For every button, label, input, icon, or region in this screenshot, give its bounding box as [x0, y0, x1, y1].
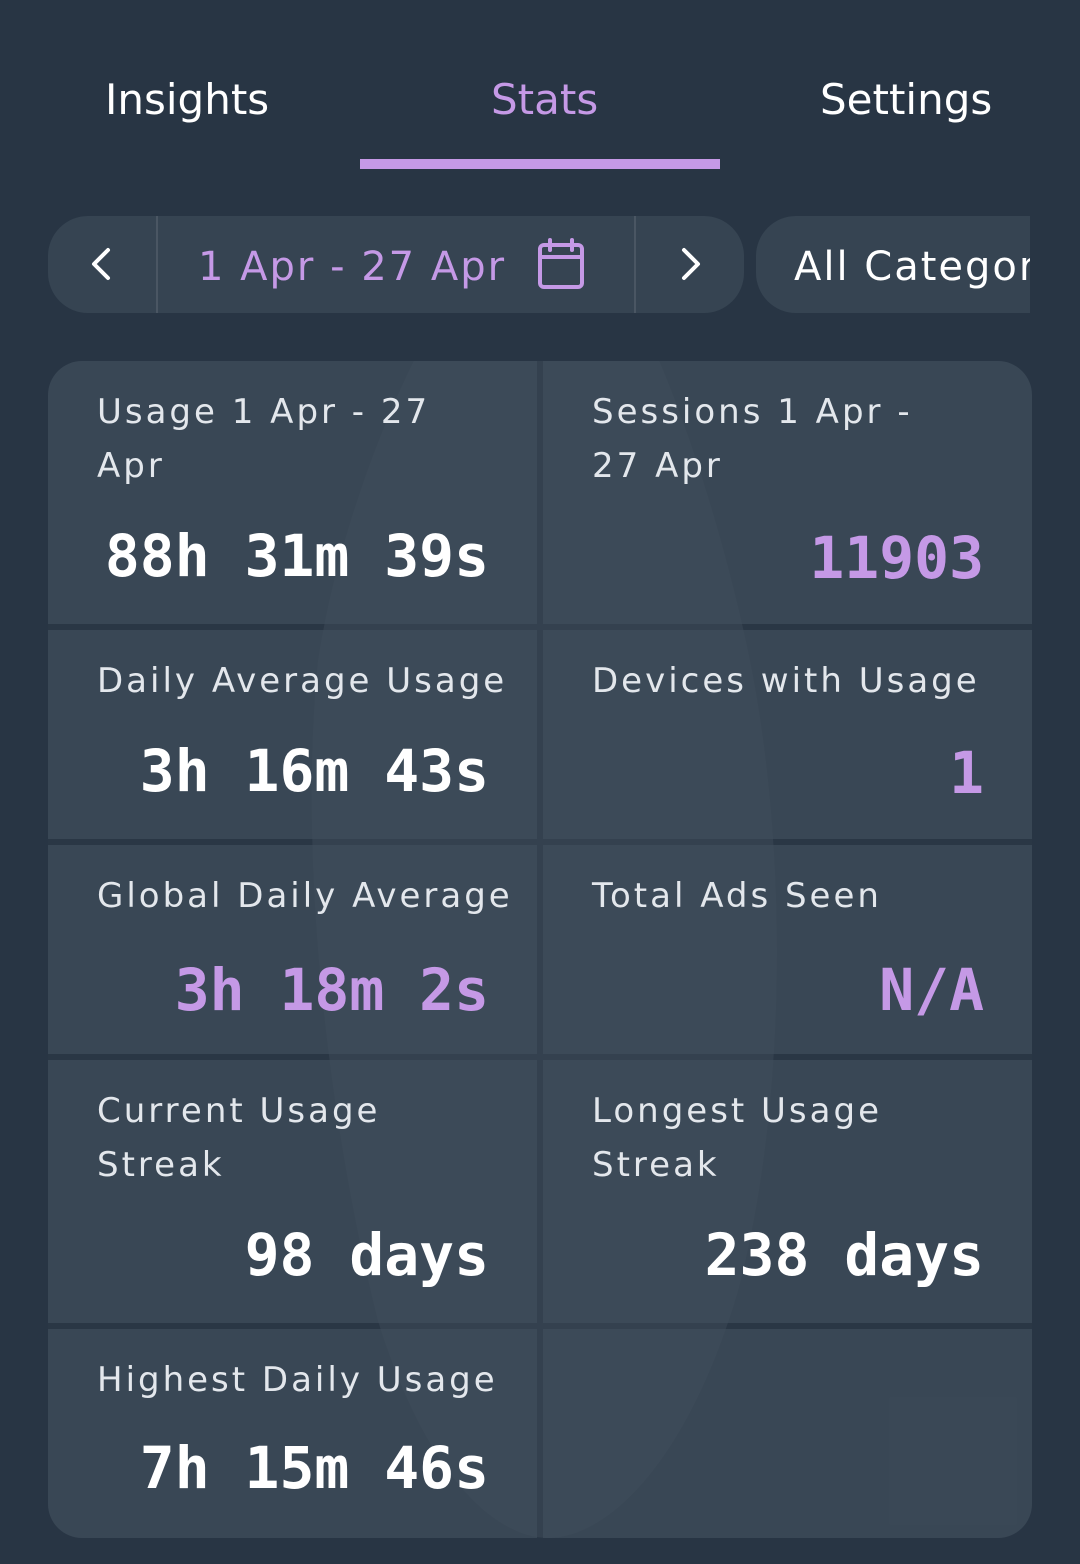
stat-value: 98 days [244, 1221, 489, 1289]
stat-label: Daily Average Usage [97, 661, 508, 701]
stat-card-empty [543, 1329, 1032, 1538]
stat-label: Devices with Usage [592, 661, 980, 701]
tab-settings[interactable]: Settings [720, 0, 1080, 170]
calendar-icon[interactable] [537, 238, 585, 290]
stat-value: N/A [879, 956, 984, 1024]
category-filter-button[interactable]: All Categor [756, 216, 1030, 313]
stat-card-devices: Devices with Usage 1 [543, 630, 1032, 839]
stat-value: 3h 18m 2s [174, 956, 489, 1024]
stat-label: Global Daily Average [97, 876, 513, 916]
next-range-button[interactable] [636, 216, 744, 313]
active-tab-indicator [360, 159, 720, 169]
tab-stats[interactable]: Stats [360, 0, 720, 170]
stat-card-global-daily-average: Global Daily Average 3h 18m 2s [48, 845, 537, 1054]
date-range-selector: 1 Apr - 27 Apr [48, 216, 744, 313]
stat-card-daily-average: Daily Average Usage 3h 16m 43s [48, 630, 537, 839]
tab-stats-label: Stats [491, 75, 599, 124]
stat-label: Current Usage Streak [97, 1091, 381, 1185]
stat-value: 3h 16m 43s [139, 737, 489, 805]
stat-value: 11903 [809, 524, 984, 592]
tab-insights[interactable]: Insights [0, 0, 360, 170]
stat-value: 88h 31m 39s [104, 522, 489, 590]
stat-card-total-ads: Total Ads Seen N/A [543, 845, 1032, 1054]
stat-value: 238 days [704, 1221, 984, 1289]
stat-card-highest-daily: Highest Daily Usage 7h 15m 46s [48, 1329, 537, 1538]
stat-label: Sessions 1 Apr - 27 Apr [592, 392, 913, 486]
previous-range-button[interactable] [48, 216, 156, 313]
stat-label: Total Ads Seen [592, 876, 882, 916]
stat-card-current-streak: Current Usage Streak 98 days [48, 1060, 537, 1323]
stat-value: 1 [949, 739, 984, 807]
stat-card-usage: Usage 1 Apr - 27 Apr 88h 31m 39s [48, 361, 537, 624]
tab-bar: Insights Stats Settings [0, 0, 1080, 170]
stat-label: Highest Daily Usage [97, 1360, 498, 1400]
date-range-label[interactable]: 1 Apr - 27 Apr [198, 242, 506, 292]
stat-label: Usage 1 Apr - 27 Apr [97, 392, 431, 486]
stat-card-sessions: Sessions 1 Apr - 27 Apr 11903 [543, 361, 1032, 624]
chevron-left-icon [92, 248, 110, 280]
chevron-right-icon [682, 248, 700, 280]
divider [156, 216, 158, 313]
stat-label: Longest Usage Streak [592, 1091, 882, 1185]
stat-value: 7h 15m 46s [139, 1434, 489, 1502]
stats-grid: Usage 1 Apr - 27 Apr 88h 31m 39s Session… [48, 361, 1032, 1538]
category-filter-label: All Categor [794, 244, 1030, 290]
tab-insights-label: Insights [105, 75, 270, 124]
tab-settings-label: Settings [820, 75, 993, 124]
stat-card-longest-streak: Longest Usage Streak 238 days [543, 1060, 1032, 1323]
